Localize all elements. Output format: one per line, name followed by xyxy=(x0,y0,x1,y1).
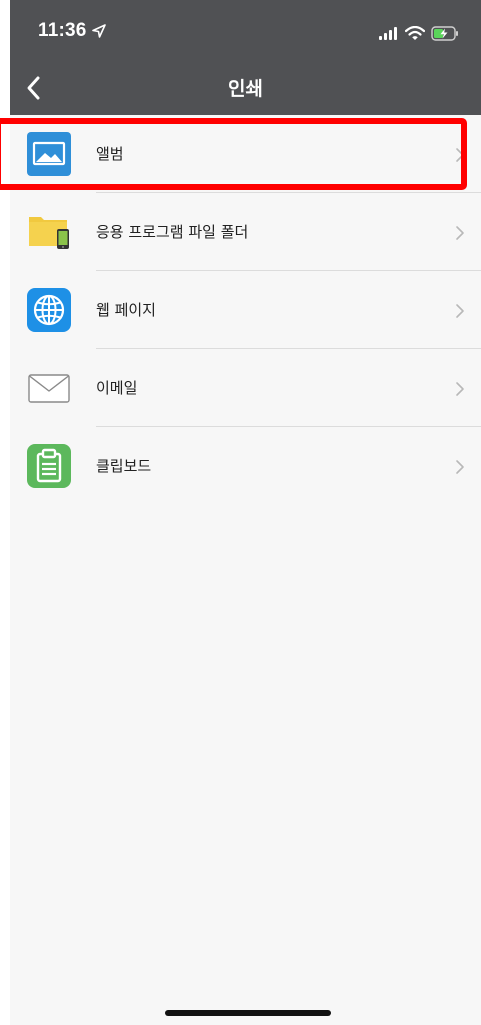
chevron-right-icon xyxy=(456,382,464,396)
list-item-label: 앨범 xyxy=(96,145,124,163)
wifi-icon xyxy=(405,25,425,40)
list-item-label: 이메일 xyxy=(96,379,138,397)
source-list: 앨범 응용 프로그램 파일 폴더 웹 페이지 이메일 클립보드 xyxy=(10,115,481,505)
chevron-right-icon xyxy=(456,304,464,318)
list-item-label: 클립보드 xyxy=(96,457,152,475)
list-item-label: 웹 페이지 xyxy=(96,301,156,319)
chevron-right-icon xyxy=(456,148,464,162)
navigation-bar: 인쇄 xyxy=(10,60,481,115)
page-title: 인쇄 xyxy=(228,78,263,100)
phone-screen: 11:36 인쇄 앨범 응용 프로그램 파일 폴더 웹 페이지 이메일 클립보드 xyxy=(10,0,481,1025)
chevron-right-icon xyxy=(456,226,464,240)
location-arrow-icon xyxy=(92,24,106,38)
status-bar: 11:36 xyxy=(10,0,481,60)
list-item-album[interactable]: 앨범 xyxy=(10,115,481,193)
status-indicators xyxy=(379,24,459,42)
folder-device-icon xyxy=(29,217,69,249)
signal-icon xyxy=(379,27,397,40)
list-item-app-file-folder[interactable]: 응용 프로그램 파일 폴더 xyxy=(10,193,481,271)
clipboard-icon xyxy=(27,444,71,488)
globe-icon xyxy=(27,288,71,332)
status-time: 11:36 xyxy=(38,20,87,41)
list-item-clipboard[interactable]: 클립보드 xyxy=(10,427,481,505)
envelope-icon xyxy=(28,374,70,403)
list-item-email[interactable]: 이메일 xyxy=(10,349,481,427)
home-indicator[interactable] xyxy=(165,1010,331,1016)
list-item-web-page[interactable]: 웹 페이지 xyxy=(10,271,481,349)
battery-charging-icon xyxy=(431,25,458,41)
list-item-label: 응용 프로그램 파일 폴더 xyxy=(96,223,249,241)
photo-album-icon xyxy=(27,132,71,176)
chevron-right-icon xyxy=(456,460,464,474)
